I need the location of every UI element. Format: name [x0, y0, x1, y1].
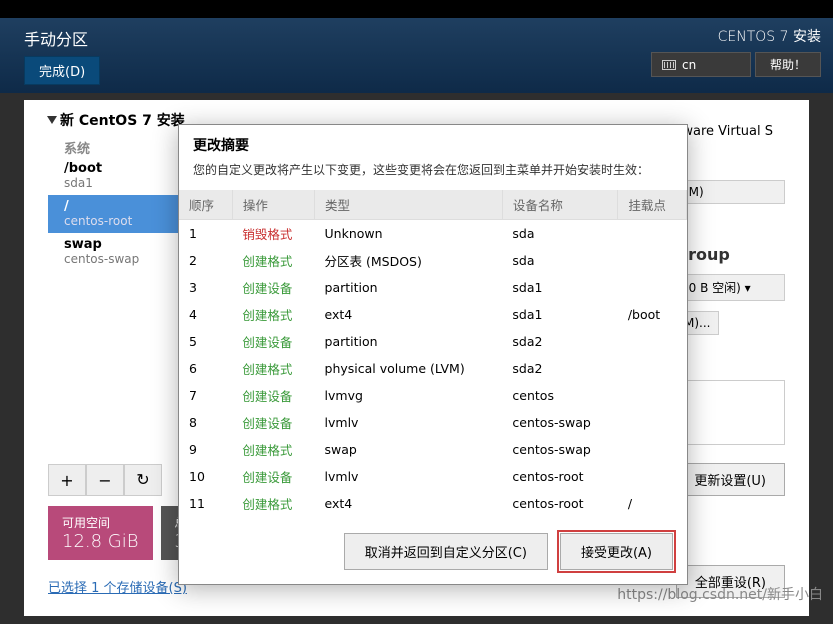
installer-name: CENTOS 7 安装	[718, 26, 821, 46]
cancel-return-button[interactable]: 取消并返回到自定义分区(C)	[344, 533, 548, 570]
storage-devices-link[interactable]: 已选择 1 个存储设备(S)	[48, 577, 187, 596]
table-row[interactable]: 10创建设备lvmlvcentos-root	[179, 463, 687, 490]
volume-group-label: Group	[675, 245, 785, 264]
window-top-bar	[0, 0, 833, 18]
update-settings-button[interactable]: 更新设置(U)	[675, 463, 785, 496]
accept-changes-button[interactable]: 接受更改(A)	[560, 533, 673, 570]
dialog-title: 更改摘要	[193, 135, 673, 155]
available-space-value: 12.8 GiB	[62, 531, 139, 552]
table-row[interactable]: 9创建格式swapcentos-swap	[179, 436, 687, 463]
table-row[interactable]: 5创建设备partitionsda2	[179, 328, 687, 355]
page-title: 手动分区	[24, 26, 100, 50]
reload-button[interactable]: ↻	[124, 464, 162, 496]
keyboard-layout-indicator[interactable]: cn	[651, 52, 751, 77]
keyboard-icon	[662, 60, 676, 70]
table-row[interactable]: 2创建格式分区表 (MSDOS)sda	[179, 247, 687, 274]
available-space-box: 可用空间 12.8 GiB	[48, 506, 153, 560]
table-row[interactable]: 3创建设备partitionsda1	[179, 274, 687, 301]
col-device[interactable]: 设备名称	[502, 190, 617, 220]
table-row[interactable]: 8创建设备lvmlvcentos-swap	[179, 409, 687, 436]
chevron-down-icon	[47, 116, 57, 124]
help-button[interactable]: 帮助！	[755, 52, 821, 77]
table-row[interactable]: 11创建格式ext4centos-root/	[179, 490, 687, 517]
table-row[interactable]: 4创建格式ext4sda1/boot	[179, 301, 687, 328]
col-mount[interactable]: 挂载点	[618, 190, 687, 220]
capacity-unit-button[interactable]: (M)	[675, 180, 785, 204]
partition-toolbar: + − ↻	[48, 464, 162, 496]
changes-table: 顺序 操作 类型 设备名称 挂载点 1销毁格式Unknownsda2创建格式分区…	[179, 190, 687, 517]
header-bar: 手动分区 完成(D) CENTOS 7 安装 cn 帮助！	[0, 18, 833, 93]
table-row[interactable]: 1销毁格式Unknownsda	[179, 220, 687, 248]
table-row[interactable]: 7创建设备lvmvgcentos	[179, 382, 687, 409]
col-operation[interactable]: 操作	[232, 190, 314, 220]
table-row[interactable]: 6创建格式physical volume (LVM)sda2	[179, 355, 687, 382]
keyboard-layout-label: cn	[682, 58, 696, 72]
col-type[interactable]: 类型	[315, 190, 503, 220]
remove-partition-button[interactable]: −	[86, 464, 124, 496]
watermark-text: https://blog.csdn.net/新手小白	[617, 584, 823, 604]
available-space-label: 可用空间	[62, 514, 139, 531]
install-header-label: 新 CentOS 7 安装	[60, 110, 185, 130]
add-partition-button[interactable]: +	[48, 464, 86, 496]
dialog-description: 您的自定义更改将产生以下变更，这些变更将会在您返回到主菜单并开始安装时生效：	[193, 161, 673, 178]
col-order[interactable]: 顺序	[179, 190, 232, 220]
volume-group-select[interactable]: (0 B 空闲) ▾	[675, 274, 785, 301]
done-button[interactable]: 完成(D)	[24, 56, 100, 85]
changes-summary-dialog: 更改摘要 您的自定义更改将产生以下变更，这些变更将会在您返回到主菜单并开始安装时…	[178, 124, 688, 585]
